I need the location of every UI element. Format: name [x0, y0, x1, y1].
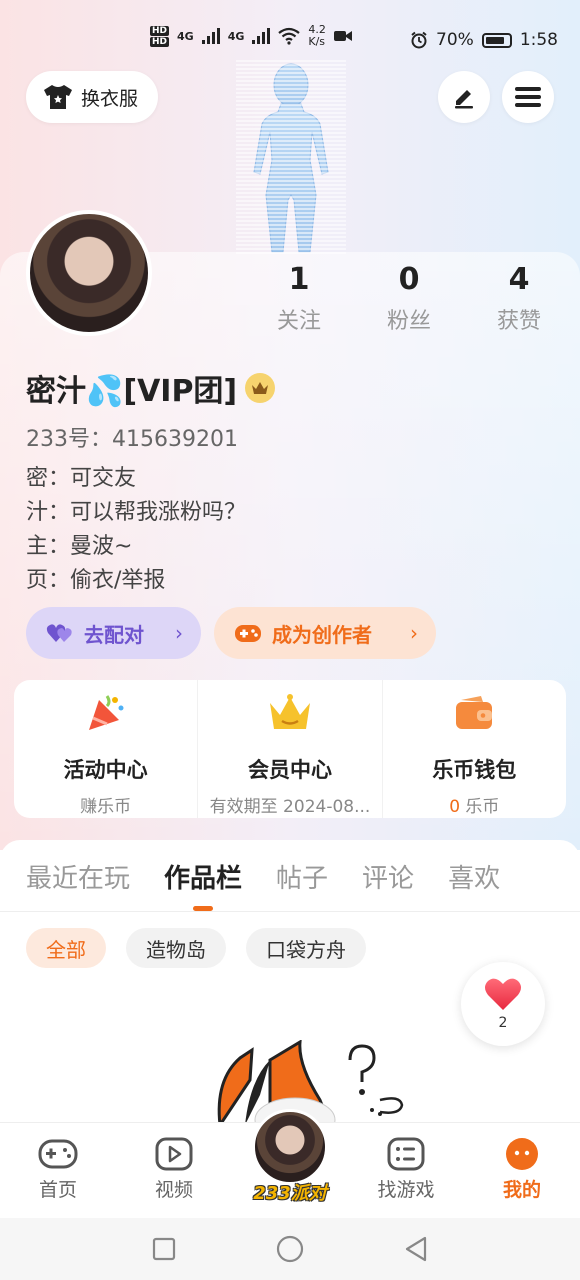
coin-wallet[interactable]: 乐币钱包 0 乐币 [383, 680, 566, 818]
signal-group: HD HD 4G 4G 4.2 K/s [150, 24, 352, 48]
signal-bars-1-icon [201, 28, 220, 44]
nav-video-label: 视频 [154, 1179, 193, 1201]
hd-icon: HD HD [150, 25, 170, 47]
nav-video[interactable]: 视频 [116, 1123, 232, 1218]
tab-recently-played[interactable]: 最近在玩 [26, 858, 130, 895]
gamepad-icon [38, 1139, 78, 1169]
match-button[interactable]: 去配对 › [26, 607, 201, 659]
nav-home-label: 首页 [38, 1179, 77, 1201]
profile-name-row: 密汁💦[VIP团] [26, 366, 276, 410]
stat-following[interactable]: 1 关注 [244, 262, 354, 335]
services-card: 活动中心 赚乐币 会员中心 有效期至 2024-08... 乐币钱包 0 乐币 [14, 680, 566, 818]
tab-comments[interactable]: 评论 [362, 858, 414, 895]
likes-floating-button[interactable]: 2 [461, 962, 545, 1046]
following-count: 1 [288, 262, 310, 297]
member-center[interactable]: 会员中心 有效期至 2024-08... [198, 680, 383, 818]
activity-center[interactable]: 活动中心 赚乐币 [14, 680, 199, 818]
bio-line: 页：偷衣/举报 [26, 568, 166, 593]
wifi-icon [278, 27, 301, 45]
party-badge-label: 233派对 [253, 1183, 327, 1204]
content-tabs: 最近在玩 作品栏 帖子 评论 喜欢 [0, 840, 580, 912]
filter-all[interactable]: 全部 [26, 928, 106, 968]
tab-posts[interactable]: 帖子 [276, 858, 328, 895]
crown-icon [269, 694, 310, 729]
list-icon [387, 1137, 425, 1171]
nav-mine[interactable]: 我的 [464, 1123, 580, 1218]
video-play-icon [155, 1137, 193, 1171]
clock: 1:58 [519, 30, 558, 50]
chevron-right-icon: › [175, 621, 183, 645]
party-popper-icon [88, 695, 124, 730]
party-avatar [252, 1109, 328, 1185]
heart-icon [485, 978, 521, 1010]
works-filters: 全部 造物岛 口袋方舟 [26, 928, 366, 968]
followers-count: 0 [398, 262, 420, 297]
battery-icon [481, 32, 512, 48]
tab-likes[interactable]: 喜欢 [448, 858, 500, 895]
member-center-title: 会员中心 [247, 758, 332, 782]
menu-icon [515, 87, 541, 107]
stat-followers[interactable]: 0 粉丝 [354, 262, 464, 335]
coin-balance: 0 [449, 797, 461, 817]
bio-line: 密：可交友 [26, 466, 137, 491]
become-creator-label: 成为创作者 [272, 622, 372, 647]
following-label: 关注 [276, 309, 321, 334]
system-navigation-bar [0, 1218, 580, 1280]
change-outfit-button[interactable]: 换衣服 [26, 71, 158, 123]
bio-line: 汁：可以帮我涨粉吗？ [26, 500, 247, 525]
followers-label: 粉丝 [386, 309, 431, 334]
coin-wallet-subtitle: 0 乐币 [383, 792, 566, 817]
nav-mine-label: 我的 [502, 1179, 541, 1201]
bio-line: 主：曼波~ [26, 534, 133, 559]
vip-crown-icon[interactable] [245, 373, 276, 403]
camera-icon [333, 31, 352, 41]
member-center-subtitle: 有效期至 2024-08... [209, 797, 371, 817]
nav-find-game-label: 找游戏 [377, 1179, 435, 1201]
status-right: 70% 1:58 [410, 30, 558, 50]
chevron-right-icon: › [410, 621, 418, 645]
profile-stats: 1 关注 0 粉丝 4 获赞 [244, 262, 574, 335]
user-id[interactable]: 233号：415639201 [26, 421, 238, 453]
coin-unit: 乐币 [460, 797, 500, 817]
pen-icon [455, 90, 473, 109]
signal-1-label: 4G [177, 29, 194, 43]
signal-bars-2-icon [252, 28, 271, 44]
likes-fab-count: 2 [498, 1015, 508, 1031]
tab-works[interactable]: 作品栏 [164, 858, 242, 911]
edit-button[interactable] [438, 71, 490, 123]
profile-avatar[interactable] [26, 210, 152, 336]
profile-face-icon [506, 1138, 538, 1170]
bottom-navigation: 首页 视频 233派对 找游戏 我的 [0, 1109, 580, 1218]
filter-creation-island[interactable]: 造物岛 [126, 928, 226, 968]
become-creator-button[interactable]: 成为创作者 › [214, 607, 436, 659]
alarm-icon [411, 31, 427, 49]
menu-button[interactable] [502, 71, 554, 123]
filter-pocket-ark[interactable]: 口袋方舟 [246, 928, 366, 968]
change-outfit-label: 换衣服 [81, 87, 139, 110]
profile-bio: 密：可交友 汁：可以帮我涨粉吗？ 主：曼波~ 页：偷衣/举报 [26, 462, 246, 598]
activity-center-title: 活动中心 [63, 758, 148, 782]
recent-apps-icon[interactable] [152, 1237, 176, 1261]
coin-wallet-title: 乐币钱包 [432, 758, 517, 782]
nav-home[interactable]: 首页 [0, 1123, 116, 1218]
tshirt-icon [44, 85, 72, 109]
activity-center-subtitle: 赚乐币 [80, 797, 132, 817]
signal-2-label: 4G [227, 29, 245, 43]
avatar-hologram-figure[interactable] [236, 60, 346, 255]
wallet-icon [456, 696, 493, 729]
gamepad-icon [235, 625, 261, 642]
battery-percent: 70% [436, 30, 474, 50]
stat-likes[interactable]: 4 获赞 [464, 262, 574, 335]
hearts-icon [46, 624, 72, 642]
match-label: 去配对 [84, 622, 144, 647]
nav-party[interactable]: 233派对 [232, 1109, 348, 1218]
nav-find-game[interactable]: 找游戏 [348, 1123, 464, 1218]
likes-count: 4 [508, 262, 530, 297]
home-circle-icon[interactable] [276, 1235, 304, 1263]
back-triangle-icon[interactable] [404, 1236, 428, 1262]
likes-label: 获赞 [496, 309, 541, 334]
network-speed: 4.2 K/s [308, 23, 326, 48]
profile-name: 密汁💦[VIP团] [26, 374, 238, 409]
